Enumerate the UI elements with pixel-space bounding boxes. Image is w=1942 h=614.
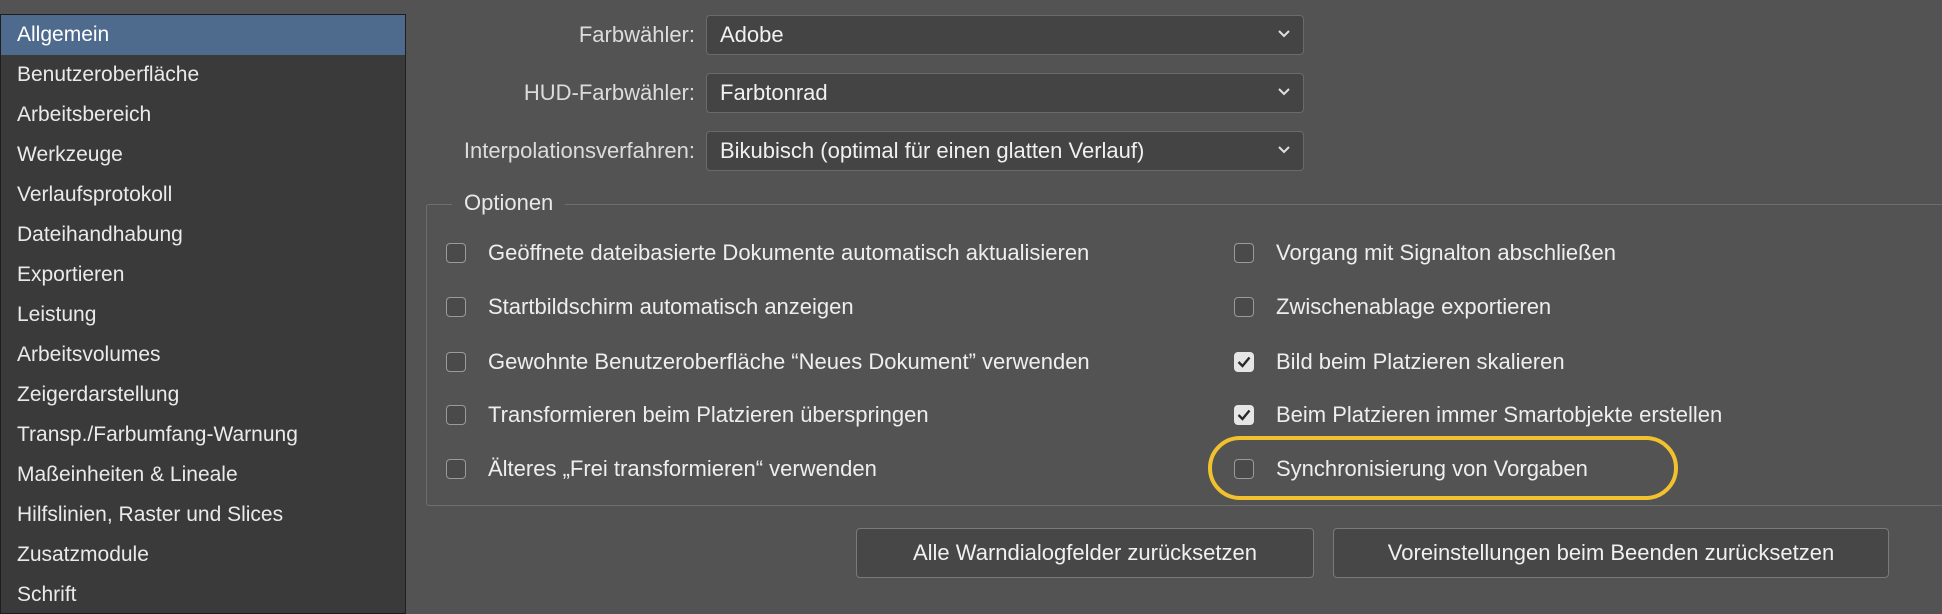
checkmark-icon: [1237, 356, 1251, 368]
color-picker-select[interactable]: Adobe: [706, 15, 1304, 55]
sidebar-item-dateihandhabung[interactable]: Dateihandhabung: [1, 215, 405, 255]
sidebar-item-werkzeuge[interactable]: Werkzeuge: [1, 135, 405, 175]
checkbox[interactable]: [1234, 297, 1254, 317]
options-group-title: Optionen: [452, 188, 566, 218]
checkbox[interactable]: [1234, 459, 1254, 479]
option-sync-presets[interactable]: Synchronisierung von Vorgaben: [1234, 452, 1588, 486]
sidebar-item-schrift[interactable]: Schrift: [1, 575, 405, 613]
option-show-start-screen[interactable]: Startbildschirm automatisch anzeigen: [446, 290, 854, 324]
reset-preferences-on-quit-button[interactable]: Voreinstellungen beim Beenden zurücksetz…: [1333, 528, 1889, 578]
chevron-down-icon: [1278, 146, 1290, 154]
checkbox[interactable]: [446, 297, 466, 317]
interpolation-select[interactable]: Bikubisch (optimal für einen glatten Ver…: [706, 131, 1304, 171]
option-label: Bild beim Platzieren skalieren: [1276, 349, 1565, 374]
option-legacy-free-transform[interactable]: Älteres „Frei transformieren“ verwenden: [446, 452, 877, 486]
checkmark-icon: [1237, 409, 1251, 421]
option-auto-update-docs[interactable]: Geöffnete dateibasierte Dokumente automa…: [446, 236, 1089, 270]
option-label: Zwischenablage exportieren: [1276, 294, 1552, 319]
checkbox[interactable]: [446, 243, 466, 263]
color-picker-label: Farbwähler:: [578, 22, 695, 47]
option-label: Gewohnte Benutzeroberfläche “Neues Dokum…: [488, 349, 1090, 374]
interpolation-value: Bikubisch (optimal für einen glatten Ver…: [720, 138, 1145, 163]
checkbox[interactable]: [446, 405, 466, 425]
interpolation-label: Interpolationsverfahren:: [463, 138, 695, 163]
sidebar-item-zusatzmodule[interactable]: Zusatzmodule: [1, 535, 405, 575]
hud-color-picker-value: Farbtonrad: [720, 80, 828, 105]
option-label: Vorgang mit Signalton abschließen: [1276, 240, 1616, 265]
checkbox[interactable]: [1234, 243, 1254, 263]
sidebar-item-hilfslinien[interactable]: Hilfslinien, Raster und Slices: [1, 495, 405, 535]
checkbox[interactable]: [446, 459, 466, 479]
sidebar-item-zeigerdarstellung[interactable]: Zeigerdarstellung: [1, 375, 405, 415]
checkbox[interactable]: [446, 352, 466, 372]
sidebar-item-arbeitsvolumes[interactable]: Arbeitsvolumes: [1, 335, 405, 375]
option-skip-transform-on-place[interactable]: Transformieren beim Platzieren übersprin…: [446, 398, 929, 432]
sidebar-item-leistung[interactable]: Leistung: [1, 295, 405, 335]
option-label: Synchronisierung von Vorgaben: [1276, 456, 1588, 481]
option-always-smart-objects[interactable]: Beim Platzieren immer Smartobjekte erste…: [1234, 398, 1722, 432]
sidebar-item-verlaufsprotokoll[interactable]: Verlaufsprotokoll: [1, 175, 405, 215]
checkbox-checked[interactable]: [1234, 352, 1254, 372]
option-export-clipboard[interactable]: Zwischenablage exportieren: [1234, 290, 1551, 324]
chevron-down-icon: [1278, 30, 1290, 38]
sidebar-item-masseinheiten[interactable]: Maßeinheiten & Lineale: [1, 455, 405, 495]
option-label: Älteres „Frei transformieren“ verwenden: [488, 456, 877, 481]
sidebar-item-allgemein[interactable]: Allgemein: [1, 15, 405, 55]
option-label: Geöffnete dateibasierte Dokumente automa…: [488, 240, 1090, 265]
option-label: Beim Platzieren immer Smartobjekte erste…: [1276, 402, 1723, 427]
sidebar-item-benutzeroberflaeche[interactable]: Benutzeroberfläche: [1, 55, 405, 95]
option-label: Transformieren beim Platzieren übersprin…: [488, 402, 929, 427]
sidebar-item-exportieren[interactable]: Exportieren: [1, 255, 405, 295]
option-label: Startbildschirm automatisch anzeigen: [488, 294, 854, 319]
option-beep-when-done[interactable]: Vorgang mit Signalton abschließen: [1234, 236, 1616, 270]
reset-warning-dialogs-button[interactable]: Alle Warndialogfelder zurücksetzen: [856, 528, 1314, 578]
sidebar-item-farbumfang-warnung[interactable]: Transp./Farbumfang-Warnung: [1, 415, 405, 455]
option-legacy-new-document[interactable]: Gewohnte Benutzeroberfläche “Neues Dokum…: [446, 345, 1090, 379]
chevron-down-icon: [1278, 88, 1290, 96]
preferences-sidebar: Allgemein Benutzeroberfläche Arbeitsbere…: [0, 14, 406, 614]
hud-color-picker-select[interactable]: Farbtonrad: [706, 73, 1304, 113]
checkbox-checked[interactable]: [1234, 405, 1254, 425]
hud-color-picker-label: HUD-Farbwähler:: [523, 80, 695, 105]
sidebar-item-arbeitsbereich[interactable]: Arbeitsbereich: [1, 95, 405, 135]
option-resize-on-place[interactable]: Bild beim Platzieren skalieren: [1234, 345, 1565, 379]
color-picker-value: Adobe: [720, 22, 784, 47]
